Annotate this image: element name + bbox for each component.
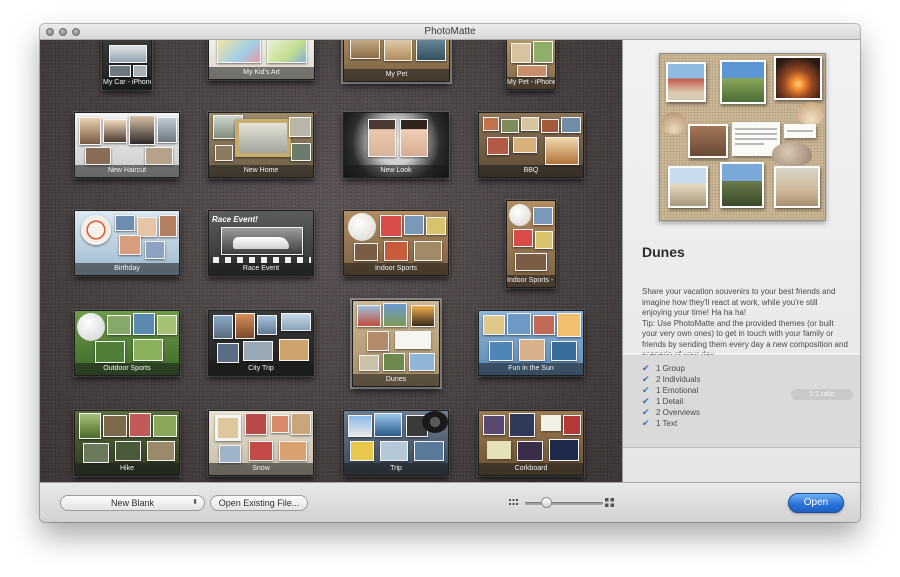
updown-arrows-icon: ⬍ — [192, 499, 198, 506]
checkmark-icon: ✔ — [642, 396, 650, 406]
race-event-banner: Race Event! — [212, 215, 258, 224]
checkmark-icon: ✔ — [642, 363, 650, 373]
theme-tile-outdoor-sports[interactable]: Outdoor Sports — [74, 310, 180, 376]
photo-requirements-list: ✔ 1 Group ✔ 2 Individuals ✔ 1 Emotional ✔ 1 … — [642, 363, 700, 429]
theme-label: Birthday — [75, 263, 179, 275]
theme-tile-fun-in-the-sun[interactable]: Fun in the Sun — [478, 310, 584, 376]
theme-label: New Home — [209, 165, 313, 177]
zoom-slider-knob[interactable] — [541, 497, 553, 508]
theme-label: Indoor Sports - iPhone — [507, 275, 555, 287]
checkmark-icon: ✔ — [642, 407, 650, 417]
theme-tile-indoor-sports[interactable]: Indoor Sports — [343, 210, 449, 276]
list-item: ✔ 2 Individuals — [642, 374, 701, 384]
theme-tile-my-pet-iphone[interactable]: My Pet - iPhone — [506, 40, 556, 90]
theme-label: Dunes — [353, 374, 439, 386]
theme-tile-my-pet[interactable]: My Pet — [343, 40, 450, 82]
theme-details: ✔ 1 Group ✔ 2 Individuals ✔ 1 Emotional ✔ 1 … — [623, 355, 860, 448]
theme-label: My Pet - iPhone — [507, 77, 555, 89]
theme-description: Share your vacation souvenirs to your be… — [642, 287, 848, 359]
theme-tile-my-car-iphone[interactable]: My Car - iPhone — [102, 40, 152, 90]
open-button[interactable]: Open — [788, 493, 844, 513]
theme-tile-dunes[interactable]: Dunes — [352, 300, 440, 387]
theme-label: Snow — [209, 463, 313, 475]
checkmark-icon: ✔ — [642, 374, 650, 384]
theme-tile-bbq[interactable]: BBQ — [478, 112, 584, 178]
theme-tile-new-home[interactable]: New Home — [208, 112, 314, 178]
theme-tile-new-look[interactable]: New Look — [343, 112, 449, 178]
theme-label: New Haircut — [75, 165, 179, 177]
theme-title: Dunes — [642, 244, 685, 260]
divider — [623, 353, 860, 354]
list-item: ✔ 1 Detail — [642, 396, 684, 406]
theme-label: Race Event — [209, 263, 313, 275]
list-item: ✔ 1 Text — [642, 418, 678, 428]
theme-tile-my-kids-art[interactable]: My Kid's Art — [208, 40, 315, 80]
theme-label: My Kid's Art — [209, 67, 314, 79]
small-grid-icon[interactable] — [509, 499, 518, 507]
theme-tile-trip[interactable]: Trip — [343, 410, 449, 476]
ratio-badge: 1:1 ratio — [791, 389, 853, 400]
photomatte-window: PhotoMatte My Car - iPhone My Kid's Art … — [40, 24, 860, 522]
theme-tile-new-haircut[interactable]: New Haircut — [74, 112, 180, 178]
large-grid-icon[interactable] — [605, 498, 614, 507]
checkmark-icon: ✔ — [642, 418, 650, 428]
theme-label: Fun in the Sun — [479, 363, 583, 375]
list-item: ✔ 2 Overviews — [642, 407, 701, 417]
list-item: ✔ 1 Group — [642, 363, 685, 373]
theme-tile-race-event[interactable]: Race Event! Race Event — [208, 210, 314, 276]
theme-label: Trip — [344, 463, 448, 475]
zoom-slider[interactable] — [525, 502, 603, 505]
theme-tile-birthday[interactable]: Birthday — [74, 210, 180, 276]
theme-label: My Car - iPhone — [103, 77, 151, 89]
theme-tile-indoor-sports-iphone[interactable]: Indoor Sports - iPhone — [506, 200, 556, 288]
theme-preview-image — [659, 53, 826, 221]
template-popup[interactable]: New Blank ⬍ — [60, 495, 205, 511]
theme-gallery[interactable]: My Car - iPhone My Kid's Art My Pet My P… — [40, 40, 622, 482]
window-title: PhotoMatte — [424, 26, 476, 37]
theme-label: City Trip — [209, 363, 313, 375]
title-bar[interactable]: PhotoMatte — [40, 24, 860, 40]
theme-label: BBQ — [479, 165, 583, 177]
list-item: ✔ 1 Emotional — [642, 385, 699, 395]
theme-label: Corkboard — [479, 463, 583, 475]
theme-label: My Pet — [344, 69, 449, 81]
theme-label: Hike — [75, 463, 179, 475]
checkmark-icon: ✔ — [642, 385, 650, 395]
theme-label: New Look — [344, 165, 448, 177]
theme-preview-pane: Dunes Share your vacation souvenirs to y… — [622, 40, 860, 482]
theme-tile-snow[interactable]: Snow — [208, 410, 314, 476]
theme-tile-hike[interactable]: Hike — [74, 410, 180, 476]
template-popup-value: New Blank — [110, 498, 155, 508]
theme-tile-city-trip[interactable]: City Trip — [208, 310, 314, 376]
open-existing-file-button[interactable]: Open Existing File... — [210, 495, 308, 511]
bottom-toolbar: New Blank ⬍ Open Existing File... Open — [40, 482, 860, 522]
theme-tile-corkboard[interactable]: Corkboard — [478, 410, 584, 476]
theme-label: Outdoor Sports — [75, 363, 179, 375]
theme-label: Indoor Sports — [344, 263, 448, 275]
